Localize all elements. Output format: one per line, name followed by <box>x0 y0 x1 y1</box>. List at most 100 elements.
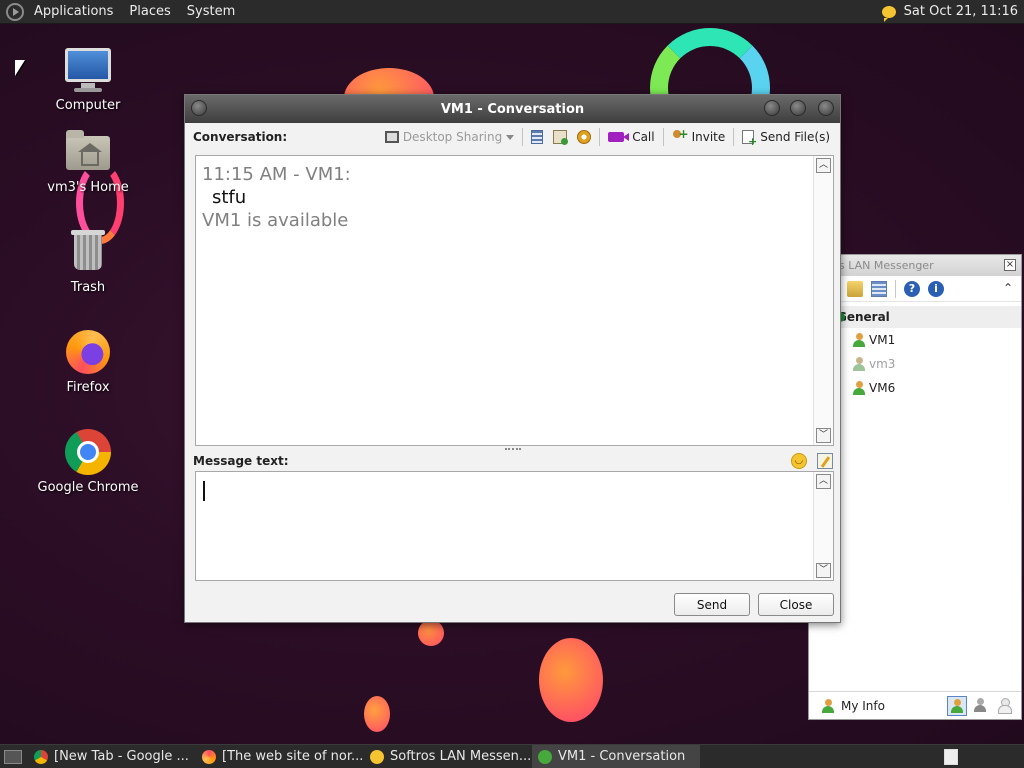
close-window-button[interactable]: Close <box>758 593 834 616</box>
desktop-icon-trash[interactable]: Trash <box>28 228 148 295</box>
chevron-up-icon[interactable]: ⌃ <box>1003 281 1013 295</box>
video-call-icon <box>608 132 630 142</box>
user-available-icon <box>951 698 963 713</box>
toolbar-divider <box>599 128 601 146</box>
chat-bubble-icon[interactable] <box>881 5 896 22</box>
minimize-button[interactable] <box>764 100 780 116</box>
toolbar-divider <box>733 128 735 146</box>
message-input[interactable]: ︿ ﹀ <box>195 471 834 581</box>
status-offline-button[interactable] <box>995 696 1015 716</box>
info-icon[interactable]: i <box>928 280 944 297</box>
home-folder-icon <box>64 128 112 176</box>
desktop-icon-label: Computer <box>55 98 121 113</box>
status-message: VM1 is available <box>202 210 349 231</box>
mouse-cursor-icon <box>15 60 25 76</box>
contact-name: VM6 <box>869 381 896 395</box>
send-files-button[interactable]: Send File(s) <box>740 128 832 148</box>
settings-button[interactable] <box>575 128 593 146</box>
desktop-sharing-button[interactable]: Desktop Sharing <box>383 128 516 146</box>
desktop-icon-label: Trash <box>70 280 106 295</box>
file-transfers-icon <box>553 130 569 145</box>
desktop-icon-firefox[interactable]: Firefox <box>28 328 148 395</box>
folder-open-icon[interactable] <box>847 280 863 297</box>
window-menu-button[interactable] <box>191 100 207 116</box>
user-online-icon <box>853 333 865 347</box>
history-button[interactable] <box>529 128 545 146</box>
wallpaper-blob <box>418 620 444 646</box>
scroll-up-icon[interactable]: ︿ <box>816 474 831 489</box>
conversation-scrollbar[interactable]: ︿ ﹀ <box>813 156 833 445</box>
add-user-icon <box>672 127 689 144</box>
desktop-icon-label: Firefox <box>66 380 110 395</box>
firefox-icon <box>64 328 112 376</box>
taskbar-item-lan-messenger[interactable]: Softros LAN Messen... <box>364 745 532 768</box>
invite-label: Invite <box>691 130 726 144</box>
desktop-icon-home[interactable]: vm3's Home <box>28 128 148 195</box>
conversation-actions: Send Close <box>674 593 834 616</box>
taskbar: [New Tab - Google ... [The web site of n… <box>0 744 1024 768</box>
gear-icon <box>577 130 592 144</box>
conversation-titlebar[interactable]: VM1 - Conversation <box>185 95 840 123</box>
wallpaper-blob <box>539 638 603 722</box>
panel-clock[interactable]: Sat Oct 21, 11:16 <box>904 4 1018 19</box>
contact-name: vm3 <box>869 357 896 371</box>
message-tools <box>791 453 833 469</box>
my-info-icon[interactable] <box>821 698 837 714</box>
scroll-up-icon[interactable]: ︿ <box>816 158 831 173</box>
menu-logo-icon[interactable] <box>6 2 24 21</box>
user-away-icon <box>974 697 986 712</box>
history-icon[interactable] <box>871 280 887 297</box>
status-available-button[interactable] <box>947 695 967 716</box>
taskbar-item-label: [The web site of nor... <box>222 749 364 764</box>
my-info-button[interactable]: My Info <box>841 699 885 713</box>
desktop-icon-chrome[interactable]: Google Chrome <box>28 428 148 495</box>
scroll-down-icon[interactable]: ﹀ <box>816 428 831 443</box>
conversation-title: VM1 - Conversation <box>440 101 585 117</box>
smiley-icon[interactable] <box>791 453 807 469</box>
message-label: Message text: <box>193 454 289 468</box>
transfers-button[interactable] <box>551 128 569 146</box>
call-button[interactable]: Call <box>606 128 656 146</box>
maximize-button[interactable] <box>790 100 806 116</box>
chrome-icon <box>64 428 112 476</box>
taskbar-item-conversation[interactable]: VM1 - Conversation <box>532 744 700 768</box>
taskbar-item-firefox[interactable]: [The web site of nor... <box>196 745 364 768</box>
send-file-icon <box>742 130 757 148</box>
toolbar-divider <box>522 128 524 146</box>
conversation-window: VM1 - Conversation Conversation: Desktop… <box>184 94 841 623</box>
toolbar-divider <box>895 279 896 298</box>
call-label: Call <box>632 130 655 144</box>
toolbar-divider <box>662 128 664 146</box>
message-scrollbar[interactable]: ︿ ﹀ <box>813 472 833 580</box>
workspace-switcher-icon[interactable] <box>944 748 958 765</box>
help-icon[interactable]: ? <box>904 280 920 297</box>
taskbar-item-chrome[interactable]: [New Tab - Google ... <box>28 745 196 768</box>
desktop-icon-computer[interactable]: Computer <box>28 46 148 113</box>
message-header: 11:15 AM - VM1: <box>202 164 351 185</box>
conversation-toolbar: Conversation: Desktop Sharing Call Invit… <box>185 123 840 151</box>
menu-applications[interactable]: Applications <box>26 4 121 19</box>
send-button[interactable]: Send <box>674 593 750 616</box>
conversation-label: Conversation: <box>193 130 288 144</box>
taskbar-item-label: [New Tab - Google ... <box>54 749 189 764</box>
lan-messenger-statusbar: My Info <box>809 691 1021 719</box>
user-online-icon <box>853 381 865 395</box>
contact-name: VM1 <box>869 333 896 347</box>
conversation-history[interactable]: 11:15 AM - VM1: stfu VM1 is available ︿ … <box>195 155 834 446</box>
desktop-icon-label: Google Chrome <box>37 480 139 495</box>
status-away-button[interactable] <box>971 696 991 716</box>
text-caret <box>203 481 205 501</box>
computer-icon <box>64 46 112 94</box>
lan-messenger-icon <box>370 749 384 764</box>
show-desktop-icon[interactable] <box>4 749 22 764</box>
invite-button[interactable]: Invite <box>670 127 728 146</box>
user-offline-icon <box>853 357 865 371</box>
compose-icon[interactable] <box>817 453 833 469</box>
menu-places[interactable]: Places <box>121 4 178 19</box>
close-icon[interactable]: × <box>1004 259 1016 271</box>
close-button[interactable] <box>818 100 834 116</box>
chrome-icon <box>34 749 48 764</box>
scroll-down-icon[interactable]: ﹀ <box>816 563 831 578</box>
menu-system[interactable]: System <box>179 4 243 19</box>
desktop-icon-label: vm3's Home <box>47 180 129 195</box>
